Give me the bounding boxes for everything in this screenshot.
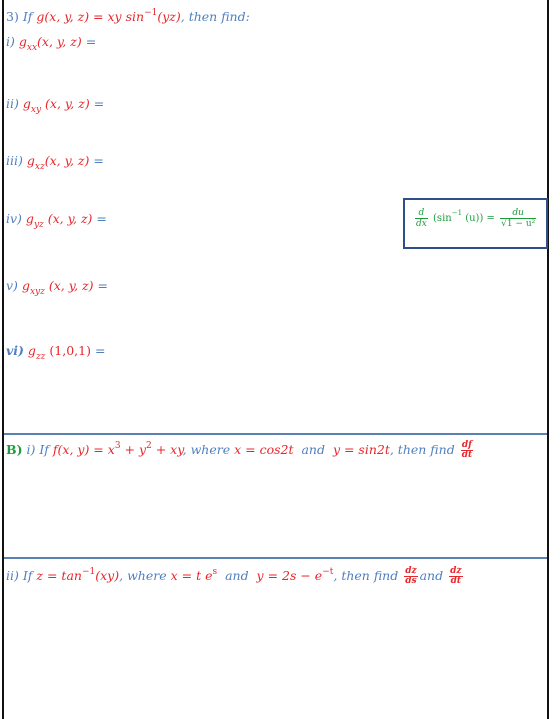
part-subscript: xx — [26, 43, 38, 53]
part-equals: = — [93, 153, 104, 168]
dz-ds-fraction: dz ds — [404, 567, 418, 586]
fraction-denominator: √1 − u² — [501, 219, 536, 229]
fraction-denominator: ds — [405, 576, 417, 586]
where-text: where — [190, 442, 231, 457]
part-label: i) — [6, 34, 15, 49]
part-iv: iv) gyz (x, y, z) = — [6, 211, 107, 233]
page-border-right — [547, 0, 549, 719]
part-equals: = — [85, 34, 97, 49]
part-iii: iii) gxz(x, y, z) = — [6, 153, 104, 175]
fraction-denominator: dt — [450, 576, 462, 586]
du-fraction: du √1 − u² — [500, 208, 537, 229]
part-b-label: B) — [6, 442, 23, 457]
page-border-left — [2, 0, 4, 719]
fraction-numerator: du — [500, 208, 537, 219]
fraction-denominator: dx — [416, 219, 427, 229]
then-find-text: , then find — [333, 568, 399, 583]
y-equation: y = sin2t — [332, 442, 390, 457]
section-divider — [4, 433, 547, 435]
part-args: (x, y, z) — [41, 96, 90, 111]
part-subscript: xz — [34, 162, 45, 172]
part-equals: = — [97, 278, 108, 293]
if-text: If — [22, 9, 33, 24]
part-label: ii) — [6, 96, 19, 111]
hint-exponent: −1 — [451, 209, 463, 217]
and-text: and — [301, 442, 325, 457]
arcsin-derivative-formula: d dx (sin−1 (u)) = du √1 − u² — [413, 208, 538, 229]
and-text: and — [225, 568, 249, 583]
if-text: If — [22, 568, 33, 583]
inverse-exponent: −1 — [81, 567, 96, 577]
then-find-text: , then find: — [180, 9, 250, 24]
part-ii: ii) gxy (x, y, z) = — [6, 96, 104, 118]
part-equals: = — [93, 96, 105, 111]
sub-label: i) — [26, 442, 36, 457]
part-b-ii: ii) If z = tan−1(xy), where x = t es and… — [6, 564, 465, 586]
section-divider — [4, 557, 547, 559]
part-func: g — [25, 211, 34, 226]
fraction-numerator: d — [415, 208, 428, 219]
exponent: −t — [322, 567, 334, 577]
fraction-denominator: dt — [461, 450, 473, 460]
part-subscript: yz — [33, 220, 44, 230]
z-equation: z = tan — [36, 568, 82, 583]
part-args: (x, y, z) — [43, 211, 93, 226]
part-subscript: xy — [30, 105, 42, 115]
part-label: iii) — [6, 153, 23, 168]
derivative-hint-box: d dx (sin−1 (u)) = du √1 − u² — [403, 198, 548, 249]
z-argument: (xy) — [95, 568, 120, 583]
function-body: xy sin — [107, 9, 145, 24]
inverse-exponent: −1 — [144, 8, 158, 18]
where-text: where — [127, 568, 167, 583]
function-term: + xy — [151, 442, 183, 457]
question-number: 3) — [6, 9, 19, 24]
if-text: If — [39, 442, 49, 457]
part-args: (x, y, z) — [37, 34, 82, 49]
dz-dt-fraction: dz dt — [449, 567, 463, 586]
part-b-i: B) i) If f(x, y) = x3 + y2 + xy, where x… — [6, 438, 475, 460]
x-equation: x = cos2t — [234, 442, 294, 457]
part-v: v) gxyz (x, y, z) = — [6, 278, 108, 300]
comma: , — [119, 568, 124, 583]
part-func: g — [18, 34, 27, 49]
d-dx-fraction: d dx — [415, 208, 428, 229]
function-expression: f(x, y) = x — [52, 442, 115, 457]
hint-sin: (sin — [433, 213, 452, 224]
part-i: i) gxx(x, y, z) = — [6, 34, 96, 56]
part-args: (1,0,1) — [45, 343, 91, 358]
part-equals: = — [94, 343, 106, 358]
part-func: g — [27, 343, 36, 358]
sub-label: ii) — [6, 568, 19, 583]
hint-arg: (u)) = — [462, 213, 495, 224]
question-3-header: 3) If g(x, y, z) = xy sin−1(yz), then fi… — [6, 5, 250, 25]
part-func: g — [21, 278, 30, 293]
part-label: vi) — [6, 343, 24, 358]
part-label: v) — [6, 278, 18, 293]
function-name: g(x, y, z) = — [36, 9, 108, 24]
part-label: iv) — [6, 211, 22, 226]
function-term: + y — [120, 442, 147, 457]
part-equals: = — [96, 211, 107, 226]
part-func: g — [22, 96, 31, 111]
and-text: and — [419, 568, 444, 583]
part-vi: vi) gzz (1,0,1) = — [6, 343, 105, 365]
x-equation: x = t e — [170, 568, 213, 583]
comma: , — [182, 442, 187, 457]
y-equation: y = 2s − e — [256, 568, 323, 583]
function-argument: (yz) — [157, 9, 181, 24]
exponent: s — [212, 567, 218, 577]
part-func: g — [26, 153, 35, 168]
part-subscript: xyz — [29, 287, 45, 297]
part-args: (x, y, z) — [44, 278, 94, 293]
df-dt-fraction: df dt — [460, 441, 474, 460]
part-args: (x, y, z) — [44, 153, 90, 168]
then-find-text: , then find — [389, 442, 455, 457]
part-subscript: zz — [35, 352, 46, 362]
